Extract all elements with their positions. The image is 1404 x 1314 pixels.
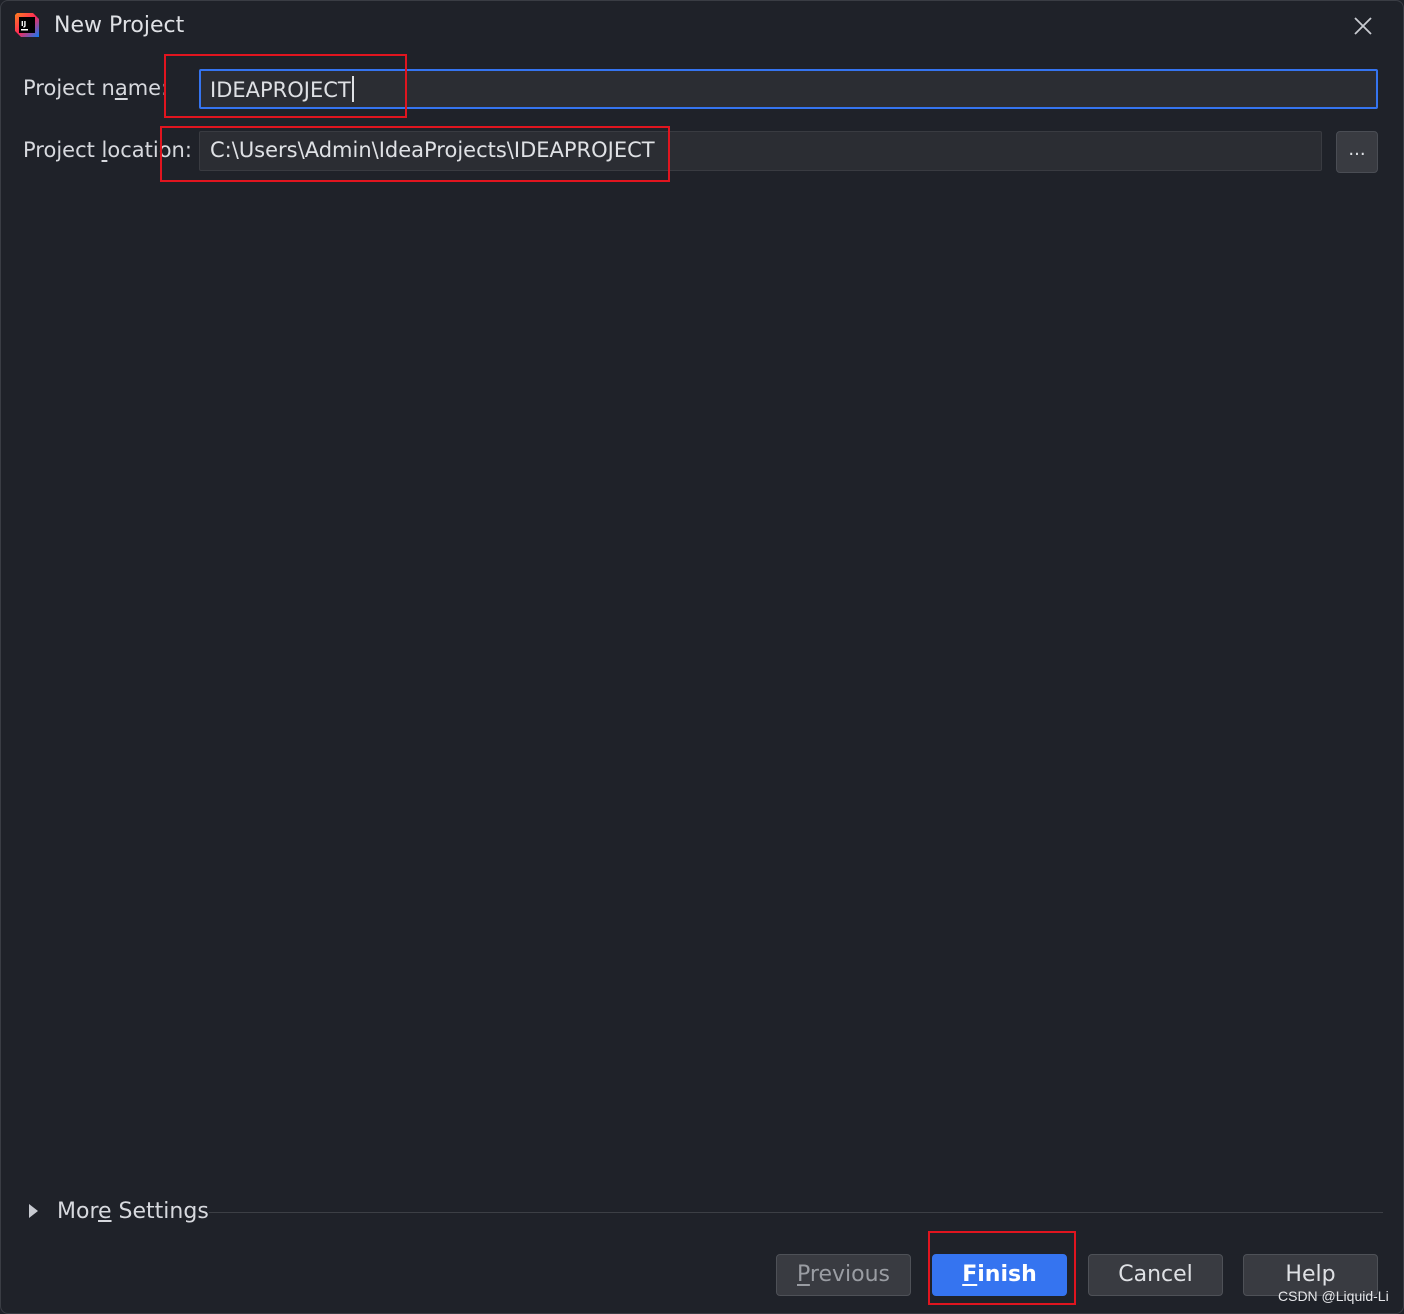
project-location-value: C:\Users\Admin\IdeaProjects\IDEAPROJECT <box>210 138 655 162</box>
cancel-button[interactable]: Cancel <box>1088 1254 1223 1296</box>
project-location-input[interactable]: C:\Users\Admin\IdeaProjects\IDEAPROJECT <box>199 131 1322 171</box>
text-caret <box>351 76 354 102</box>
project-name-value: IDEAPROJECT <box>210 78 351 102</box>
project-location-label: Project location: <box>23 138 192 162</box>
more-settings-label: More Settings <box>57 1198 209 1224</box>
svg-text:IJ: IJ <box>21 20 26 28</box>
more-settings-divider <box>209 1212 1383 1213</box>
window-title: New Project <box>54 13 185 38</box>
title-bar: IJ New Project <box>1 1 1403 51</box>
browse-location-button[interactable]: ... <box>1336 131 1378 173</box>
close-icon <box>1354 17 1372 35</box>
intellij-idea-icon: IJ <box>13 11 41 39</box>
more-settings-toggle[interactable]: More Settings <box>29 1196 209 1226</box>
previous-button[interactable]: Previous <box>776 1254 911 1296</box>
project-name-label: Project name: <box>23 76 169 100</box>
close-button[interactable] <box>1346 9 1380 43</box>
project-name-input[interactable]: IDEAPROJECT <box>199 69 1378 109</box>
finish-button[interactable]: Finish <box>932 1254 1067 1296</box>
watermark: CSDN @Liquid-Li <box>1278 1288 1389 1304</box>
new-project-dialog: IJ New Project Project name: IDEAPROJECT… <box>0 0 1404 1314</box>
expand-triangle-icon <box>29 1204 38 1218</box>
